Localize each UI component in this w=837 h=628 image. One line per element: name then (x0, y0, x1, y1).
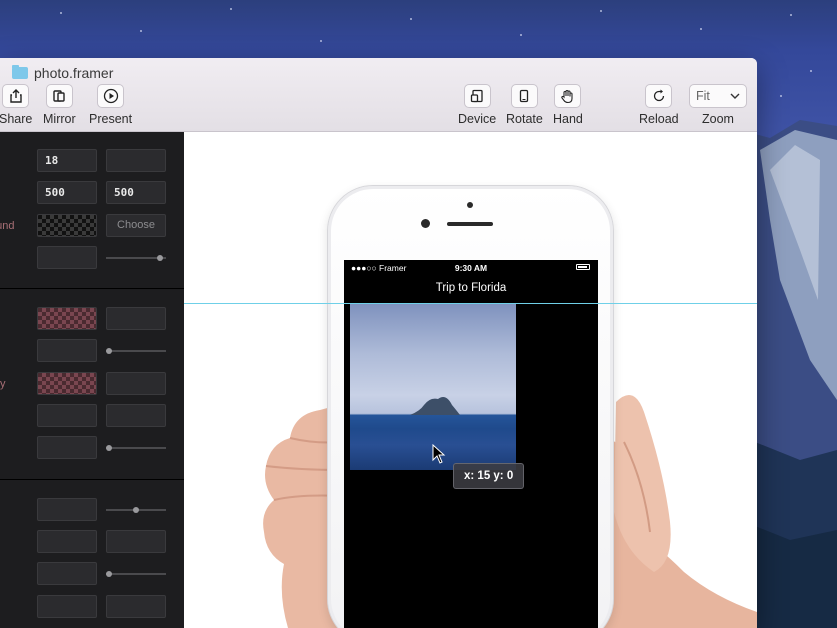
slider-row: n (0, 562, 184, 588)
width-field[interactable]: 500 (37, 181, 97, 204)
value-field-empty[interactable] (37, 246, 97, 269)
value-field-empty[interactable] (37, 562, 97, 585)
rotate-label: Rotate (506, 112, 543, 126)
rotate-button[interactable]: Rotate (506, 84, 543, 126)
share-label: Share (0, 112, 33, 126)
phone-sensor (467, 202, 473, 208)
value-field-empty[interactable] (37, 530, 97, 553)
slider-track[interactable] (106, 255, 166, 261)
share-button[interactable]: Share (0, 84, 32, 126)
size-row: 500 500 (0, 181, 184, 207)
color-swatch[interactable] (37, 372, 97, 395)
value-field-empty[interactable] (37, 436, 97, 459)
rock-island-image (410, 397, 460, 415)
reload-button[interactable]: Reload (639, 84, 679, 126)
properties-panel: n 18 500 500 ound Choose (0, 132, 184, 628)
value-field-empty[interactable] (106, 530, 166, 553)
toolbar: photo.framer Share Mirror Present Device (0, 58, 757, 132)
snap-guide-line (184, 303, 757, 304)
app-window: photo.framer Share Mirror Present Device (0, 58, 757, 628)
zoom-value: Fit (696, 89, 710, 103)
value-field-empty[interactable] (37, 404, 97, 427)
iphone-device-frame: ●●●○○ Framer 9:30 AM Trip to Florida (327, 185, 614, 628)
property-row (0, 307, 184, 333)
chevron-down-icon (730, 93, 740, 99)
background-color-swatch[interactable] (37, 214, 97, 237)
slider-track[interactable] (106, 348, 166, 354)
rotate-icon[interactable] (510, 84, 538, 108)
slider-row (0, 436, 184, 462)
device-label: Device (458, 112, 497, 126)
slider-track[interactable] (106, 507, 166, 513)
value-field-empty[interactable] (37, 595, 97, 618)
background-row: ound Choose (0, 214, 184, 240)
value-field-empty[interactable] (106, 595, 166, 618)
divider (0, 288, 184, 289)
zoom-label: Zoom (702, 112, 734, 126)
choose-button[interactable]: Choose (106, 214, 166, 237)
reload-label: Reload (639, 112, 679, 126)
slider-knob[interactable] (157, 255, 163, 261)
divider (0, 479, 184, 480)
phone-camera (421, 219, 430, 228)
phone-screen[interactable]: ●●●○○ Framer 9:30 AM Trip to Florida (344, 260, 598, 628)
present-button[interactable]: Present (89, 84, 132, 126)
phone-speaker (447, 222, 493, 226)
mirror-icon[interactable] (45, 84, 73, 108)
property-row: n 18 (0, 149, 184, 175)
property-label: y (0, 378, 6, 390)
value-field-empty[interactable] (106, 149, 166, 172)
play-icon[interactable] (97, 84, 125, 108)
ios-status-bar: ●●●○○ Framer 9:30 AM (344, 260, 598, 276)
status-time: 9:30 AM (454, 263, 488, 273)
zoom-select[interactable]: Fit (689, 84, 747, 108)
hand-label: Hand (553, 112, 583, 126)
slider-knob[interactable] (106, 348, 112, 354)
device-button[interactable]: Device (458, 84, 496, 126)
slider-row (0, 246, 184, 272)
window-title: photo.framer (12, 63, 113, 83)
property-row: y (0, 372, 184, 398)
height-field[interactable]: 500 (106, 181, 166, 204)
folder-icon (12, 65, 28, 79)
preview-canvas[interactable]: ●●●○○ Framer 9:30 AM Trip to Florida x: … (184, 132, 757, 628)
position-tooltip: x: 15 y: 0 (453, 463, 525, 489)
value-field[interactable]: 18 (37, 149, 97, 172)
hand-button[interactable]: Hand (553, 84, 583, 126)
battery-icon (576, 264, 590, 270)
reload-icon[interactable] (645, 84, 673, 108)
property-row (0, 595, 184, 621)
mirror-button[interactable]: Mirror (43, 84, 76, 126)
device-icon[interactable] (463, 84, 491, 108)
value-field-empty[interactable] (37, 339, 97, 362)
color-swatch[interactable] (37, 307, 97, 330)
slider-row (0, 498, 184, 524)
slider-knob[interactable] (106, 445, 112, 451)
present-label: Present (89, 112, 133, 126)
share-icon[interactable] (2, 84, 30, 108)
slider-knob[interactable] (133, 507, 139, 513)
property-row (0, 404, 184, 430)
slider-track[interactable] (106, 445, 166, 451)
slider-row (0, 339, 184, 365)
nav-title: Trip to Florida (435, 282, 507, 294)
property-row (0, 530, 184, 556)
value-field-empty[interactable] (106, 404, 166, 427)
hand-icon[interactable] (554, 84, 582, 108)
zoom-control[interactable]: Fit Zoom (689, 84, 747, 126)
value-field-empty[interactable] (106, 307, 166, 330)
cursor-icon (432, 444, 446, 464)
mirror-label: Mirror (43, 112, 76, 126)
value-field-empty[interactable] (37, 498, 97, 521)
hand-right-image (594, 394, 757, 628)
background-label: ound (0, 220, 15, 232)
slider-track[interactable] (106, 571, 166, 577)
window-title-text: photo.framer (34, 65, 114, 81)
value-field-empty[interactable] (106, 372, 166, 395)
slider-knob[interactable] (106, 571, 112, 577)
